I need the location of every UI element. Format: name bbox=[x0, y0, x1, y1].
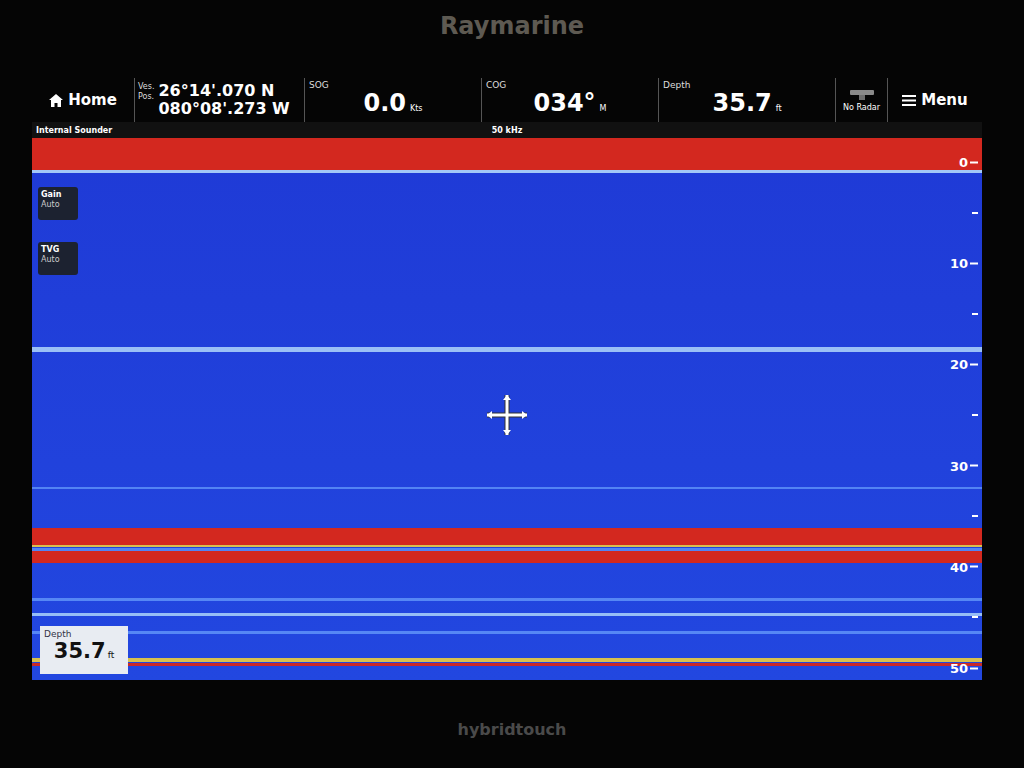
readout-label: Depth bbox=[663, 80, 690, 90]
scale-label: 40 bbox=[950, 559, 978, 574]
scale-tick bbox=[972, 616, 978, 618]
scale-label: 50 bbox=[950, 661, 978, 676]
echo-layer bbox=[32, 487, 982, 489]
echo-layer bbox=[32, 138, 982, 170]
readout-value: 034° bbox=[533, 83, 595, 117]
echo-layer bbox=[32, 528, 982, 544]
home-label: Home bbox=[68, 91, 117, 109]
scale-tick bbox=[972, 313, 978, 315]
depth-box-value: 35.7 bbox=[54, 639, 106, 663]
frequency: 50 kHz bbox=[492, 126, 523, 135]
sonar-display[interactable]: GainAutoTVGAuto01020304050Depth35.7ft bbox=[32, 138, 982, 680]
depth-box: Depth35.7ft bbox=[40, 626, 128, 674]
echo-layer bbox=[32, 347, 982, 352]
home-icon bbox=[49, 94, 63, 107]
menu-button[interactable]: Menu bbox=[888, 78, 982, 122]
readout: Depth 35.7ft bbox=[659, 78, 836, 122]
model-logo: hybridtouch bbox=[457, 720, 566, 739]
scale-label: 20 bbox=[950, 357, 978, 372]
readout-unit: ft bbox=[776, 88, 782, 113]
radar-label: No Radar bbox=[843, 103, 880, 112]
readout-label: COG bbox=[486, 80, 506, 90]
scale-label: 0 bbox=[959, 155, 978, 170]
echo-layer bbox=[32, 631, 982, 634]
position-label: Ves.Pos. bbox=[138, 78, 154, 102]
chartplotter: Raymarine Home Ves.Pos.26°14'.070 N080°08'… bbox=[0, 0, 1024, 768]
brand-logo: Raymarine bbox=[440, 12, 584, 40]
control-button[interactable]: GainAuto bbox=[38, 187, 78, 220]
crosshair-icon[interactable] bbox=[485, 393, 529, 437]
longitude: 080°08'.273 W bbox=[158, 100, 289, 118]
readout-unit: M bbox=[600, 88, 607, 113]
echo-layer bbox=[32, 663, 982, 666]
latitude: 26°14'.070 N bbox=[158, 82, 289, 100]
model-row: hybridtouch bbox=[0, 680, 1024, 768]
screen: HomeVes.Pos.26°14'.070 N080°08'.273 WSOG… bbox=[32, 78, 982, 680]
radar-status[interactable]: No Radar bbox=[836, 78, 888, 122]
sounder-title: Internal Sounder bbox=[36, 126, 492, 135]
depth-box-label: Depth bbox=[44, 629, 124, 639]
sounder-header: Internal Sounder50 kHz bbox=[32, 122, 982, 138]
echo-layer bbox=[32, 551, 982, 563]
readout-value: 35.7 bbox=[712, 83, 771, 117]
echo-layer bbox=[32, 658, 982, 662]
readout-unit: Kts bbox=[410, 88, 423, 113]
echo-layer bbox=[32, 170, 982, 173]
home-button[interactable]: Home bbox=[32, 78, 135, 122]
top-bar: HomeVes.Pos.26°14'.070 N080°08'.273 WSOG… bbox=[32, 78, 982, 122]
scale-label: 30 bbox=[950, 458, 978, 473]
brand-row: Raymarine bbox=[0, 0, 1024, 78]
scale-tick bbox=[972, 414, 978, 416]
control-value: Auto bbox=[41, 200, 75, 210]
radar-icon bbox=[849, 89, 875, 101]
readout: COG 034°M bbox=[482, 78, 659, 122]
scale-label: 10 bbox=[950, 256, 978, 271]
depth-box-unit: ft bbox=[108, 650, 115, 660]
menu-label: Menu bbox=[921, 91, 967, 109]
scale-tick bbox=[972, 212, 978, 214]
echo-layer bbox=[32, 613, 982, 616]
scale-tick bbox=[972, 515, 978, 517]
control-button[interactable]: TVGAuto bbox=[38, 242, 78, 275]
position-values: 26°14'.070 N080°08'.273 W bbox=[158, 82, 289, 118]
menu-icon bbox=[902, 95, 916, 106]
control-label: Gain bbox=[41, 190, 75, 200]
echo-layer bbox=[32, 598, 982, 601]
sounder-controls: GainAutoTVGAuto bbox=[38, 187, 78, 275]
readout: SOG 0.0 Kts bbox=[305, 78, 482, 122]
vessel-position: Ves.Pos.26°14'.070 N080°08'.273 W bbox=[135, 78, 305, 122]
control-label: TVG bbox=[41, 245, 75, 255]
readout-label: SOG bbox=[309, 80, 329, 90]
control-value: Auto bbox=[41, 255, 75, 265]
readout-value: 0.0 bbox=[363, 83, 406, 117]
